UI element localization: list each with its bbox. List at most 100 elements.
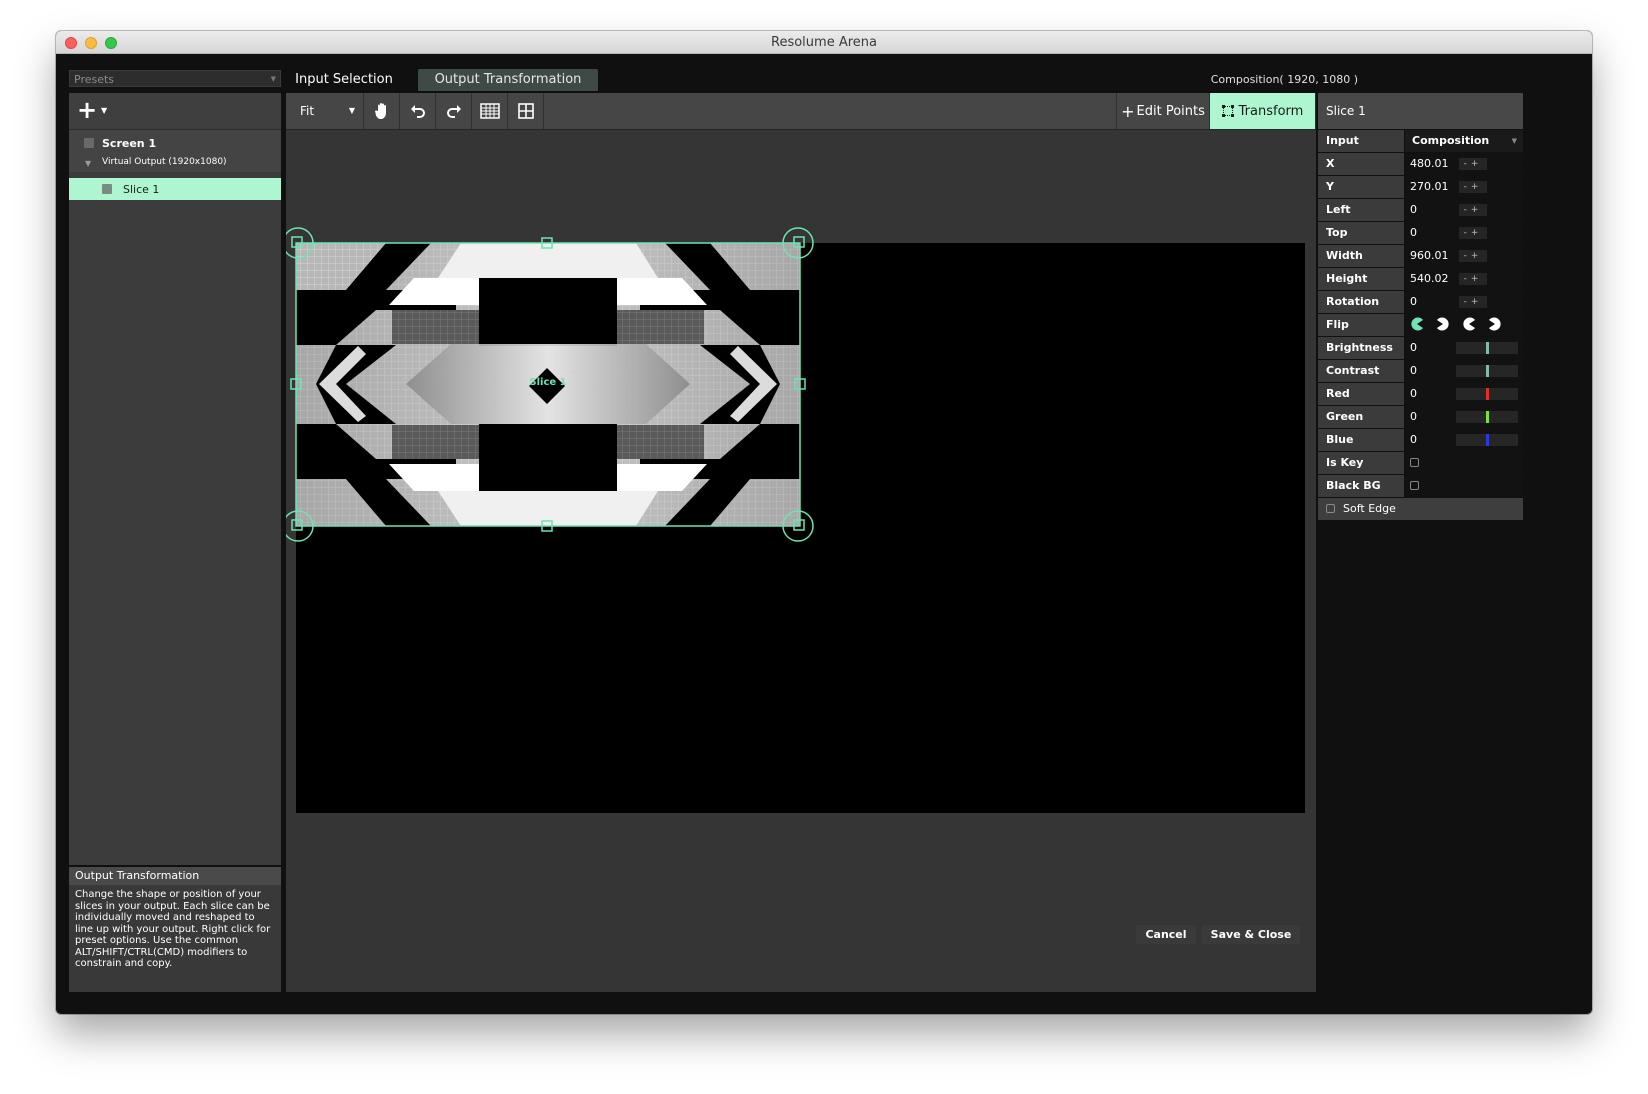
transform-icon	[1221, 105, 1234, 117]
input-source-dropdown[interactable]: Composition ▼	[1405, 130, 1523, 152]
top-stepper[interactable]: -+	[1459, 227, 1487, 239]
contrast-slider[interactable]	[1456, 365, 1518, 377]
help-text: Change the shape or position of your sli…	[75, 889, 271, 969]
prop-label: Brightness	[1318, 337, 1404, 359]
rotation-value: 0	[1410, 295, 1417, 308]
prop-label: Red	[1318, 383, 1404, 405]
left-stepper[interactable]: -+	[1459, 204, 1487, 216]
slider-knob[interactable]	[1486, 365, 1489, 377]
y-stepper[interactable]: -+	[1459, 181, 1487, 193]
tree-item-screen[interactable]: Screen 1	[69, 130, 281, 156]
tab-input-selection[interactable]: Input Selection	[288, 69, 400, 91]
green-slider[interactable]	[1456, 411, 1518, 423]
add-icon[interactable]: +	[77, 96, 97, 124]
x-value: 480.01	[1410, 157, 1449, 170]
transform-label: Transform	[1238, 103, 1304, 119]
window-title: Resolume Arena	[771, 35, 877, 50]
grid-quad-icon	[517, 103, 534, 119]
virtual-output-label: Virtual Output (1920x1080)	[102, 157, 227, 167]
composition-size-label: Composition( 1920, 1080 )	[1210, 73, 1358, 86]
flip-vertical-icon[interactable]	[1462, 317, 1476, 331]
soft-edge-section[interactable]: Soft Edge	[1318, 498, 1523, 520]
x-field[interactable]: 480.01 -+	[1405, 153, 1523, 175]
prop-height: Height 540.02 -+	[1318, 268, 1523, 290]
prop-label: X	[1318, 153, 1404, 175]
y-field[interactable]: 270.01 -+	[1405, 176, 1523, 198]
canvas-toolbar: Fit ▼ + Edit Points Transform	[286, 93, 1316, 130]
black-bg-checkbox[interactable]	[1410, 481, 1419, 490]
canvas-panel: Fit ▼ + Edit Points Transform Slice 1	[286, 93, 1316, 992]
undo-button[interactable]	[400, 93, 436, 129]
edit-points-label: Edit Points	[1136, 103, 1205, 119]
prop-rotation: Rotation 0 -+	[1318, 291, 1523, 313]
rotation-field[interactable]: 0 -+	[1405, 291, 1523, 313]
help-panel: Output Transformation Change the shape o…	[69, 867, 281, 992]
redo-button[interactable]	[436, 93, 472, 129]
prop-contrast: Contrast 0	[1318, 360, 1523, 382]
slider-knob[interactable]	[1486, 342, 1489, 354]
flip-horizontal-icon[interactable]	[1436, 317, 1450, 331]
blue-slider[interactable]	[1456, 434, 1518, 446]
green-value: 0	[1410, 410, 1417, 423]
screen-label: Screen 1	[102, 137, 157, 150]
chevron-down-icon[interactable]: ▼	[101, 106, 107, 115]
prop-brightness: Brightness 0	[1318, 337, 1523, 359]
prop-x: X 480.01 -+	[1318, 153, 1523, 175]
soft-edge-checkbox[interactable]	[1326, 504, 1335, 513]
slice-preview[interactable]: Slice 1	[286, 130, 1316, 992]
slice-checkbox[interactable]	[102, 184, 112, 194]
screen-checkbox[interactable]	[84, 138, 94, 148]
red-slider[interactable]	[1456, 388, 1518, 400]
width-field[interactable]: 960.01 -+	[1405, 245, 1523, 267]
flip-both-icon[interactable]	[1488, 317, 1502, 331]
prop-label: Blue	[1318, 429, 1404, 451]
x-stepper[interactable]: -+	[1459, 158, 1487, 170]
zoom-fit-dropdown[interactable]: Fit ▼	[286, 93, 364, 129]
edit-points-button[interactable]: + Edit Points	[1116, 93, 1210, 129]
zoom-fit-label: Fit	[300, 104, 315, 118]
hand-tool-button[interactable]	[364, 93, 400, 129]
prop-label: Input Source	[1318, 130, 1404, 169]
left-field[interactable]: 0 -+	[1405, 199, 1523, 221]
prop-label: Is Key	[1318, 452, 1404, 474]
is-key-checkbox[interactable]	[1410, 458, 1419, 467]
slider-knob[interactable]	[1486, 388, 1489, 400]
hand-icon	[374, 103, 386, 119]
tree-item-virtual-output[interactable]: ▼ Virtual Output (1920x1080)	[69, 156, 281, 172]
prop-flip: Flip	[1318, 314, 1523, 336]
prop-input-source: Input Source Composition ▼	[1318, 130, 1523, 169]
slice-label: Slice 1	[123, 183, 160, 196]
app-window: Resolume Arena Presets ▼ Input Selection…	[56, 31, 1592, 1014]
prop-label: Flip	[1318, 314, 1404, 336]
prop-label: Width	[1318, 245, 1404, 267]
slider-knob[interactable]	[1486, 434, 1489, 446]
canvas-area[interactable]: Slice 1	[286, 130, 1316, 992]
slice-tree: Screen 1 ▼ Virtual Output (1920x1080) Sl…	[69, 130, 281, 200]
flip-none-icon[interactable]	[1410, 317, 1424, 331]
tree-item-slice[interactable]: Slice 1	[69, 178, 281, 200]
quad-grid-button[interactable]	[508, 93, 544, 129]
redo-icon	[446, 105, 461, 118]
height-field[interactable]: 540.02 -+	[1405, 268, 1523, 290]
height-stepper[interactable]: -+	[1459, 273, 1487, 285]
presets-dropdown[interactable]: Presets ▼	[69, 70, 281, 87]
prop-label: Top	[1318, 222, 1404, 244]
prop-label: Y	[1318, 176, 1404, 198]
save-close-button[interactable]: Save & Close	[1202, 925, 1300, 944]
slice-properties-panel: Slice 1 Input Source Composition ▼ X 480…	[1318, 93, 1523, 547]
properties-header: Slice 1	[1318, 93, 1523, 129]
undo-icon	[410, 105, 425, 118]
cancel-button[interactable]: Cancel	[1136, 925, 1196, 944]
prop-label: Contrast	[1318, 360, 1404, 382]
tab-output-transformation[interactable]: Output Transformation	[418, 69, 598, 91]
slider-knob[interactable]	[1486, 411, 1489, 423]
brightness-slider[interactable]	[1456, 342, 1518, 354]
transform-button[interactable]: Transform	[1210, 93, 1316, 129]
top-field[interactable]: 0 -+	[1405, 222, 1523, 244]
snap-grid-button[interactable]	[472, 93, 508, 129]
chevron-down-icon: ▼	[1511, 137, 1517, 145]
expand-triangle-icon[interactable]: ▼	[85, 159, 91, 168]
red-value: 0	[1410, 387, 1417, 400]
width-stepper[interactable]: -+	[1459, 250, 1487, 262]
rotation-stepper[interactable]: -+	[1459, 296, 1487, 308]
